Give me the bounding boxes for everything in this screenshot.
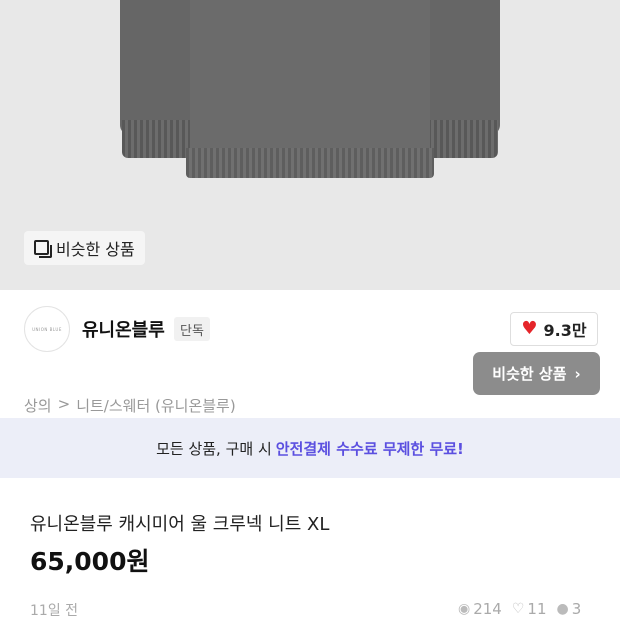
breadcrumb-subcategory[interactable]: 니트/스웨터 (유니온블루) xyxy=(76,395,236,416)
chats-count: 3 xyxy=(571,600,582,618)
product-stats: ◉ 214 ♡ 11 ● 3 xyxy=(458,600,581,618)
eye-icon: ◉ xyxy=(458,601,471,617)
copy-icon xyxy=(34,240,52,258)
likes-stat: ♡ 11 xyxy=(512,600,547,618)
shop-logo[interactable]: UNION BLUE xyxy=(24,306,70,352)
safe-payment-banner[interactable]: 모든 상품, 구매 시 안전결제 수수료 무제한 무료! xyxy=(0,418,620,478)
like-button[interactable]: ♥ 9.3만 xyxy=(510,312,598,346)
breadcrumb-category[interactable]: 상의 xyxy=(24,395,52,416)
heart-icon: ♥ xyxy=(521,318,538,339)
breadcrumb-separator: > xyxy=(57,395,71,413)
posted-time: 11일 전 xyxy=(30,603,79,619)
shop-exclusive-badge: 단독 xyxy=(174,317,210,341)
heart-outline-icon: ♡ xyxy=(511,601,525,617)
like-count: 9.3만 xyxy=(543,321,587,340)
sweater-body xyxy=(190,0,430,155)
sweater-cuff-right xyxy=(428,120,498,158)
banner-highlight: 안전결제 수수료 무제한 무료! xyxy=(275,439,464,458)
sweater-hem xyxy=(186,148,434,178)
sweater-cuff-left xyxy=(122,120,192,158)
chats-stat: ● 3 xyxy=(557,600,582,618)
similar-items-chip-label: 비슷한 상품 xyxy=(56,240,135,259)
shop-logo-text: UNION BLUE xyxy=(32,326,62,332)
similar-items-button-label: 비슷한 상품 xyxy=(492,365,567,383)
sweater-sleeve-right xyxy=(430,0,500,135)
chevron-right-icon: › xyxy=(574,364,581,383)
product-title: 유니온블루 캐시미어 울 크루넥 니트 XL xyxy=(30,514,330,535)
likes-count: 11 xyxy=(527,600,547,618)
product-price: 65,000원 xyxy=(30,547,150,576)
similar-items-button[interactable]: 비슷한 상품 › xyxy=(473,352,600,395)
similar-items-chip[interactable]: 비슷한 상품 xyxy=(24,231,145,265)
sweater-sleeve-left xyxy=(120,0,190,135)
product-image[interactable]: 비슷한 상품 xyxy=(0,0,620,290)
views-count: 214 xyxy=(473,600,502,618)
banner-text: 모든 상품, 구매 시 xyxy=(156,439,272,458)
breadcrumb: 상의 > 니트/스웨터 (유니온블루) xyxy=(24,395,236,416)
views-stat: ◉ 214 xyxy=(458,600,502,618)
shop-name[interactable]: 유니온블루 xyxy=(82,316,165,342)
chat-bubble-icon: ● xyxy=(556,601,569,617)
